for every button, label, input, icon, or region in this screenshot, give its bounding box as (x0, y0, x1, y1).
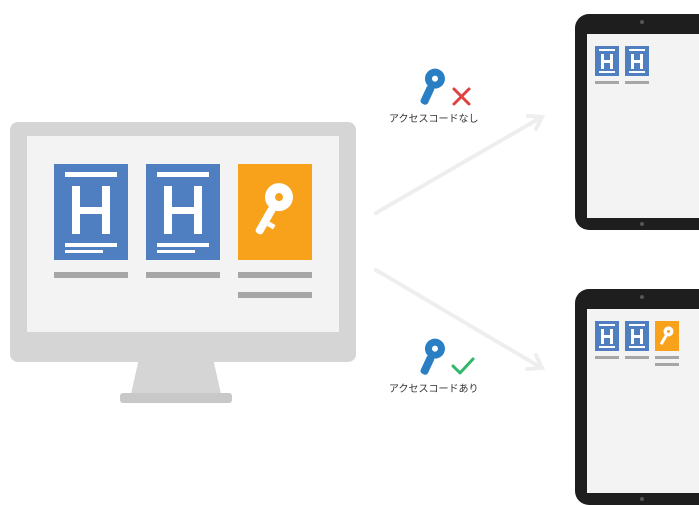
mini-hotel-tile-1 (595, 46, 619, 76)
no-access-code-label: アクセスコードなし (389, 114, 479, 125)
with-access-code-label: アクセスコードあり (389, 384, 479, 395)
mini-caption-bar-2 (625, 81, 649, 84)
checkmark-icon (451, 357, 475, 375)
key-icon (660, 326, 674, 345)
mini-caption-bar-3 (655, 356, 679, 359)
tablet-camera (640, 20, 644, 24)
arrow-to-top-tablet (374, 116, 542, 215)
tablet-home-dot (640, 497, 644, 501)
mini-hotel-tile-2 (625, 46, 649, 76)
mini-caption-bar-2 (625, 356, 649, 359)
mini-hotel-tile-2 (625, 321, 649, 351)
tablet-screen (587, 309, 699, 493)
tablet-camera (640, 295, 644, 299)
tablet-with-access (575, 289, 699, 505)
tablet-no-access (575, 14, 699, 230)
arrow-to-bottom-tablet (374, 268, 542, 369)
mini-key-tile (655, 321, 679, 351)
mini-caption-bar-1 (595, 81, 619, 84)
tablet-screen (587, 34, 699, 218)
tablet-home-dot (640, 222, 644, 226)
mini-hotel-tile-1 (595, 321, 619, 351)
mini-caption-bar-1 (595, 356, 619, 359)
x-mark-icon (452, 87, 471, 106)
key-icon (420, 68, 445, 105)
mini-caption-bar-4 (655, 363, 679, 366)
